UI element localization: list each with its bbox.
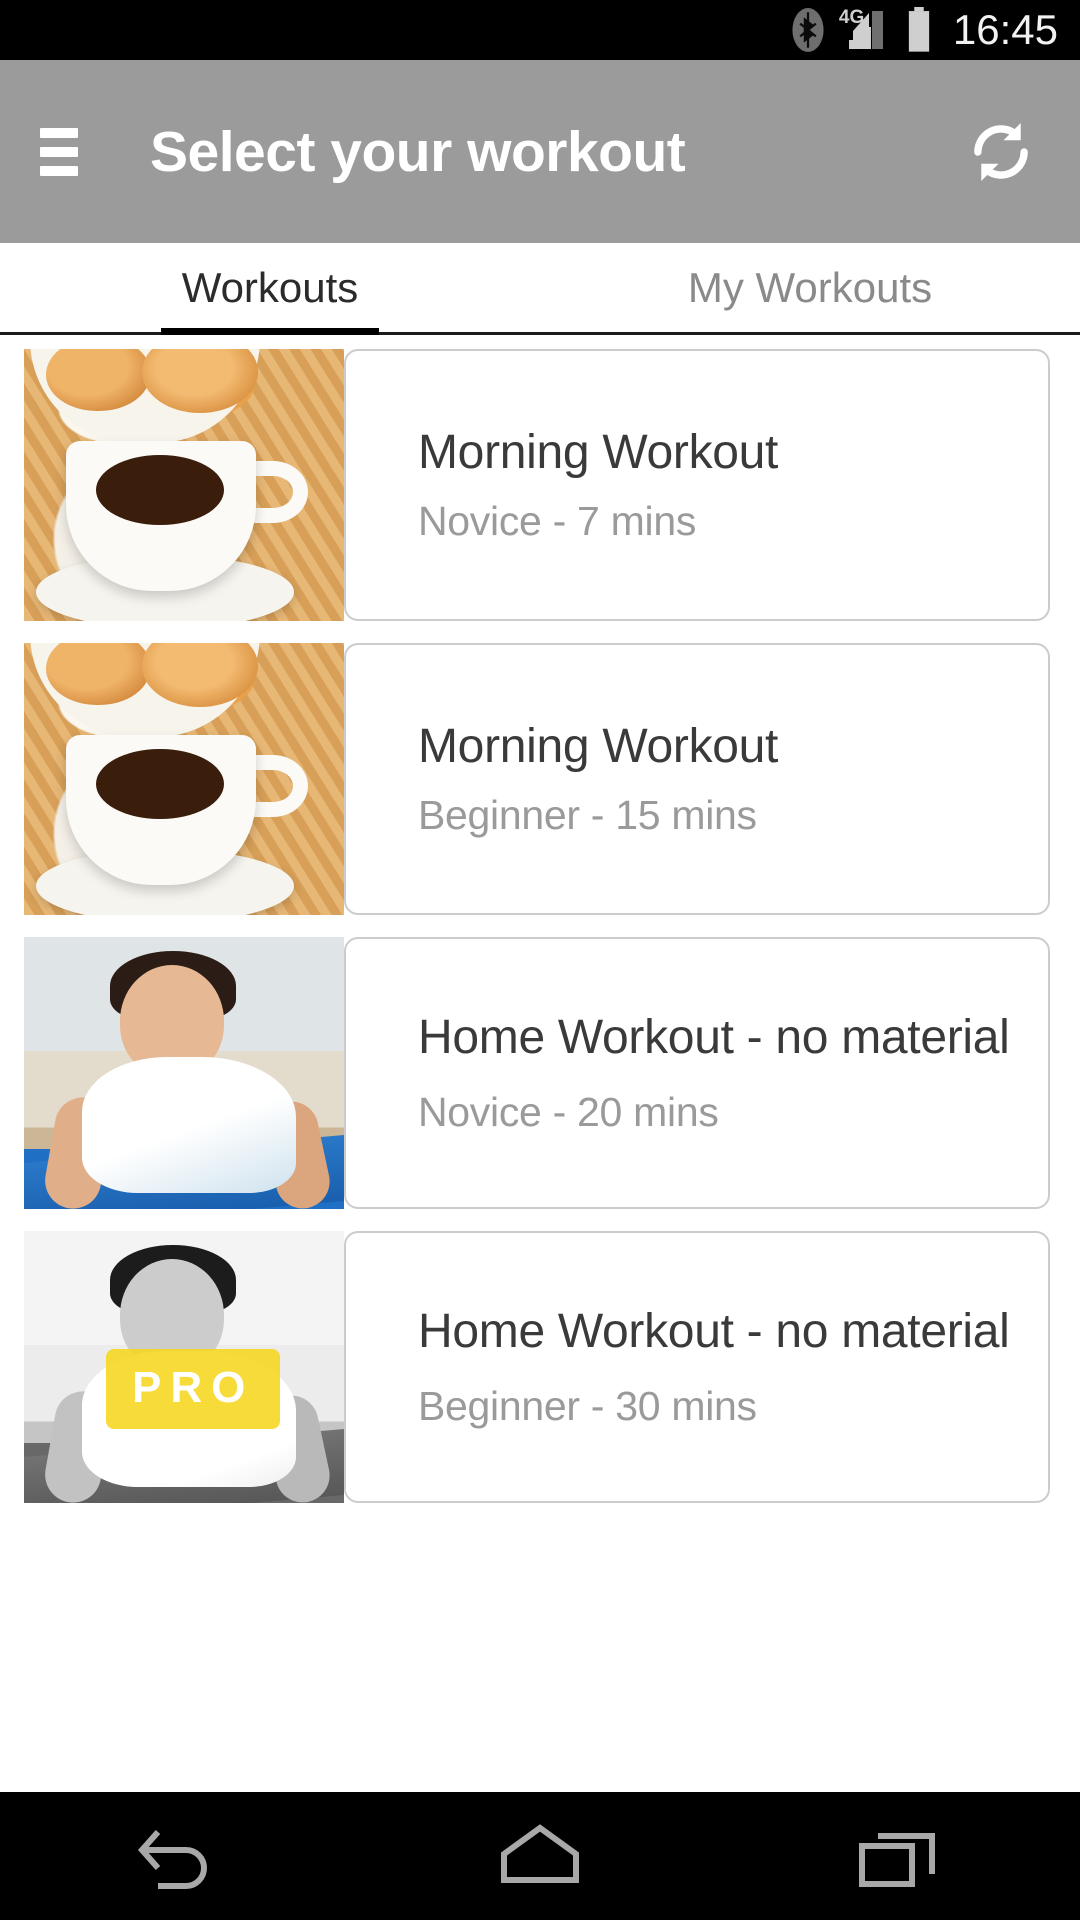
app-bar: Select your workout xyxy=(0,60,1080,243)
recents-icon[interactable] xyxy=(825,1792,975,1920)
battery-icon xyxy=(905,7,933,53)
refresh-sync-icon[interactable] xyxy=(958,109,1044,195)
hamburger-menu-icon[interactable] xyxy=(40,127,84,176)
workout-subtitle: Beginner - 30 mins xyxy=(418,1382,757,1429)
coffee-and-pastries-photo xyxy=(24,643,344,915)
hamburger-bar xyxy=(40,127,78,138)
workout-subtitle: Novice - 20 mins xyxy=(418,1088,719,1135)
tab-workouts-label: Workouts xyxy=(181,263,359,311)
workout-card[interactable]: Home Workout - no material Novice - 20 m… xyxy=(24,937,1050,1209)
workout-card-pro[interactable]: Home Workout - no material Beginner - 30… xyxy=(24,1231,1050,1503)
workout-subtitle: Beginner - 15 mins xyxy=(418,791,757,838)
hamburger-bar xyxy=(40,146,78,157)
workout-thumbnail xyxy=(24,937,344,1209)
tab-workouts[interactable]: Workouts xyxy=(0,243,540,332)
workout-title: Morning Workout xyxy=(418,426,779,480)
workout-card-body: Morning Workout Novice - 7 mins xyxy=(344,349,1050,621)
tab-my-workouts[interactable]: My Workouts xyxy=(540,243,1080,332)
home-icon[interactable] xyxy=(465,1792,615,1920)
tab-bar: Workouts My Workouts xyxy=(0,243,1080,335)
workout-card[interactable]: Morning Workout Beginner - 15 mins xyxy=(24,643,1050,915)
workout-title: Home Workout - no material xyxy=(418,1011,1010,1065)
workout-card[interactable]: Morning Workout Novice - 7 mins xyxy=(24,349,1050,621)
workout-card-body: Morning Workout Beginner - 15 mins xyxy=(344,643,1050,915)
pro-badge: PRO xyxy=(106,1349,281,1429)
tab-my-workouts-label: My Workouts xyxy=(687,263,933,311)
back-icon[interactable] xyxy=(105,1792,255,1920)
workout-subtitle: Novice - 7 mins xyxy=(418,497,697,544)
workout-title: Morning Workout xyxy=(418,720,779,774)
coffee-and-pastries-photo xyxy=(24,349,344,621)
workout-card-body: Home Workout - no material Beginner - 30… xyxy=(344,1231,1050,1503)
bluetooth-icon xyxy=(791,7,825,53)
workout-thumbnail xyxy=(24,643,344,915)
workout-list: Morning Workout Novice - 7 mins Morning … xyxy=(0,335,1080,1852)
workout-title: Home Workout - no material xyxy=(418,1305,1010,1359)
page-title: Select your workout xyxy=(150,119,686,184)
android-navigation-bar xyxy=(0,1792,1080,1920)
signal-icon: 4G xyxy=(839,7,891,51)
workout-card-body: Home Workout - no material Novice - 20 m… xyxy=(344,937,1050,1209)
status-bar-clock: 16:45 xyxy=(952,6,1058,53)
workout-thumbnail xyxy=(24,349,344,621)
status-bar: 4G 16:45 xyxy=(0,0,1080,60)
man-doing-pushup-photo xyxy=(24,937,344,1209)
hamburger-bar xyxy=(40,165,78,176)
